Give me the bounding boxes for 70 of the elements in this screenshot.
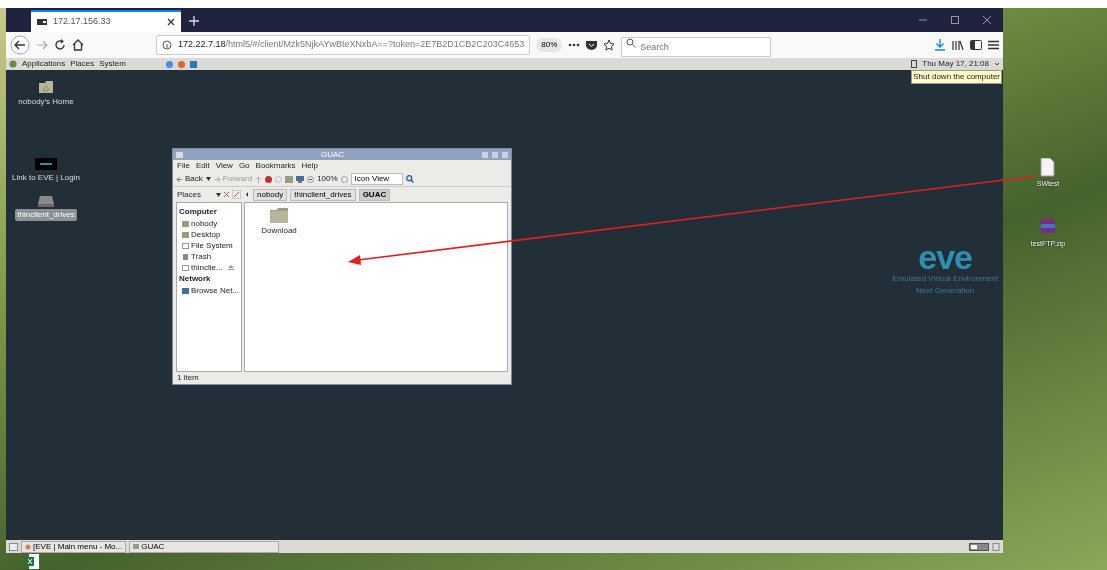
stop-icon[interactable] [265,175,273,183]
places-label: Places [177,188,202,201]
monitor-icon [37,19,47,25]
taskbar-item[interactable]: GUAC [129,540,280,553]
file-icon[interactable] [1040,158,1056,177]
home-icon[interactable] [38,80,54,94]
panel-menu[interactable]: Places [70,58,95,70]
menu-item[interactable]: Edit [195,160,210,172]
download-icon[interactable] [934,39,946,51]
menu-item[interactable]: View [215,160,233,172]
menu-item[interactable]: File [177,160,190,172]
search-field[interactable]: Search [621,37,772,57]
taskbar-item[interactable]: [EVE | Main menu - Mo... [21,540,127,553]
browser-tab[interactable]: 172.17.156.33 [31,10,181,32]
sidebar-item[interactable]: Desktop [179,229,239,240]
panel-menu[interactable]: System [99,58,126,70]
view-select[interactable]: Icon View [350,173,403,185]
status-text: 1 item [176,372,200,384]
file-label[interactable]: Download [261,225,297,237]
arrow-icon [213,175,221,183]
logo-subtitle: Next Generation [916,284,975,297]
search-icon [626,38,637,48]
icon-label[interactable]: nobody's Home [16,96,76,108]
sidebar-item[interactable]: thinclie... [179,262,239,273]
sidebar-heading: Computer [179,206,218,218]
path-button[interactable]: thinclient_drives [290,188,356,201]
sidebar-item[interactable]: File System [179,240,239,251]
search-icon[interactable] [405,175,414,183]
menu-item[interactable]: Bookmarks [255,160,296,172]
info-icon [162,40,172,50]
dropdown-arrow-icon[interactable] [205,177,211,181]
library-icon[interactable] [952,39,964,51]
tooltip: Shut down the computer [911,70,1002,84]
plus-icon[interactable] [189,16,199,26]
sidebar-icon[interactable] [970,40,982,50]
logo-wordmark: eve [918,242,972,273]
zoom-level: 100% [317,173,338,185]
menu-item[interactable]: Go [238,160,250,172]
zoom-level[interactable]: 80% [536,38,563,52]
path-button[interactable]: GUAC [358,188,391,201]
sidebar-heading: Network [179,273,212,285]
star-icon[interactable] [603,39,616,51]
dot-icon [25,543,31,550]
left-arrow-icon[interactable] [244,190,250,199]
menu-icon[interactable] [988,40,999,50]
panel-clock[interactable]: Thu May 17, 21:08 [922,58,989,70]
url-text: 172.22.7.18/html5/#/client/Mzk5NjkAYwBteXNxbA==?token=2E7B2D1CB2C203C4653 [178,38,525,52]
zoom-out-icon[interactable] [307,175,315,183]
pocket-icon[interactable] [586,40,598,50]
dropdown-arrow-icon[interactable] [216,192,221,197]
spreadsheet-icon[interactable] [26,554,39,569]
workspace-switcher-icon[interactable] [969,542,989,551]
sidebar-item[interactable]: Browse Net... [179,285,239,296]
sidebar-item[interactable]: Trash [179,251,239,262]
edit-location-icon[interactable] [232,190,241,199]
computer-icon[interactable] [296,175,305,183]
menu-item[interactable]: Help [301,160,319,172]
address-bar[interactable]: 172.22.7.18/html5/#/client/Mzk5NjkAYwBteXNxbA==?token=2E7B2D1CB2C203C4653 [156,35,531,55]
back-button[interactable]: Back [176,173,203,185]
home-icon[interactable] [72,39,84,51]
sidebar-item[interactable]: nobody [179,218,239,229]
more-icon[interactable] [568,43,581,47]
window-title: GUAC [320,148,345,161]
show-desktop-icon[interactable] [9,542,18,551]
arrow-icon [176,175,183,183]
panel-menu[interactable]: Applications [22,58,66,70]
path-button[interactable]: nobody [253,188,288,201]
back-icon[interactable] [10,35,30,55]
logo-tagline: Emulated Virtual Environment [892,272,998,285]
icon-label[interactable]: Link to EVE | Login [10,172,82,184]
